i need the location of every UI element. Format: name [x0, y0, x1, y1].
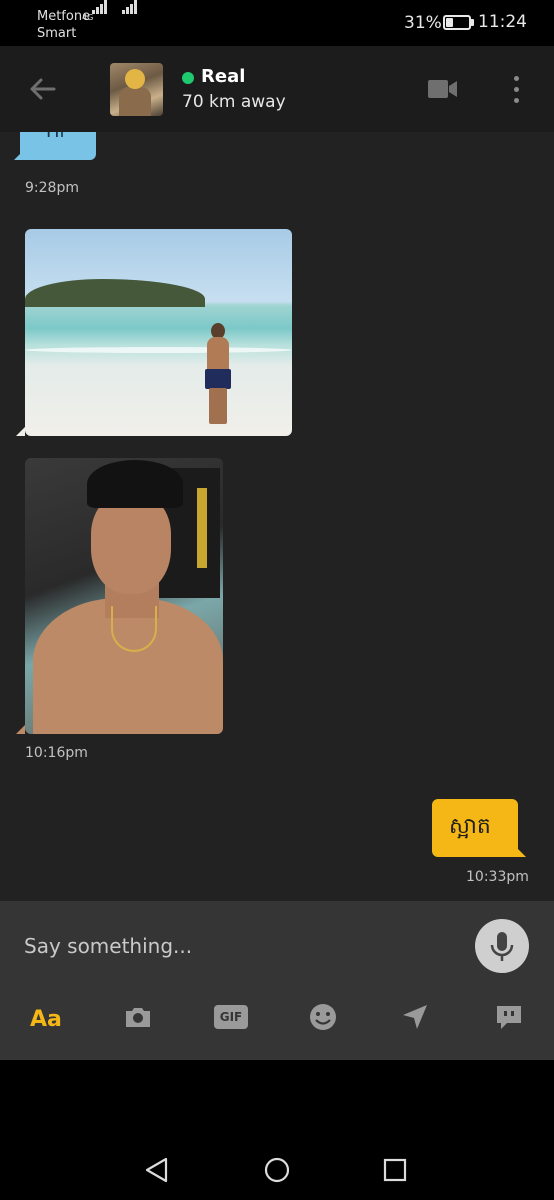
voice-message-button[interactable]	[475, 919, 529, 973]
home-circle-icon[interactable]	[262, 1155, 292, 1185]
back-button[interactable]	[26, 72, 60, 106]
person-cap	[87, 460, 183, 508]
message-composer: Aa GIF	[0, 901, 554, 1060]
status-bar: Metfone Smart 4G 31% 11:24	[0, 0, 554, 46]
person-body	[207, 337, 229, 371]
necklace	[111, 606, 157, 652]
emoji-button[interactable]	[308, 1001, 338, 1041]
camera-icon	[126, 1008, 150, 1027]
message-text: ស្អាត	[449, 814, 491, 839]
saved-phrases-icon	[497, 1006, 521, 1029]
message-timestamp: 9:28pm	[25, 180, 79, 196]
system-nav-bar	[0, 1060, 554, 1200]
back-triangle-icon[interactable]	[142, 1155, 172, 1185]
contact-avatar[interactable]	[110, 63, 163, 116]
contact-name[interactable]: Real	[201, 66, 245, 87]
beach-photo-message[interactable]	[25, 229, 292, 436]
gym-equipment-accent	[197, 488, 207, 568]
emoji-sticker-icon	[125, 69, 145, 89]
message-list[interactable]: Hi 9:28pm 10:16pm ស្អាត 10:33pm	[0, 132, 554, 901]
message-text: Hi	[46, 132, 65, 142]
carrier-2: Smart	[37, 26, 77, 41]
message-timestamp: 10:33pm	[466, 869, 529, 885]
online-status-icon	[182, 72, 194, 84]
message-input[interactable]	[24, 931, 444, 961]
more-dot	[514, 87, 519, 92]
photo-tail	[16, 427, 25, 436]
arrow-left-icon	[30, 78, 56, 100]
video-camera-icon	[428, 80, 457, 98]
emoji-icon	[310, 1004, 336, 1030]
clock: 11:24	[478, 12, 527, 32]
outgoing-message-bubble[interactable]: ស្អាត	[432, 799, 526, 857]
battery-percent: 31%	[404, 13, 442, 33]
saved-phrases-button[interactable]	[494, 1001, 524, 1041]
person-face	[91, 494, 171, 594]
wave-foam	[25, 347, 292, 353]
location-icon	[403, 1005, 427, 1029]
photo-tail	[16, 725, 25, 734]
location-button[interactable]	[400, 1001, 430, 1041]
person-legs	[209, 388, 227, 424]
text-style-button[interactable]: Aa	[30, 1007, 62, 1047]
incoming-message-bubble[interactable]: Hi	[14, 132, 96, 160]
contact-distance: 70 km away	[182, 92, 286, 112]
island-shape	[25, 279, 205, 307]
more-dot	[514, 76, 519, 81]
recents-square-icon[interactable]	[380, 1155, 410, 1185]
more-options-button[interactable]	[506, 72, 526, 106]
message-timestamp: 10:16pm	[25, 745, 88, 761]
battery-icon	[443, 15, 471, 30]
chat-header: Real 70 km away	[0, 46, 554, 132]
network-type: 4G	[82, 13, 94, 22]
gif-button[interactable]: GIF	[214, 1001, 248, 1041]
battery-tip	[471, 19, 474, 26]
video-call-button[interactable]	[426, 76, 460, 102]
more-dot	[514, 98, 519, 103]
gif-icon: GIF	[214, 1005, 248, 1029]
camera-button[interactable]	[122, 1001, 154, 1041]
selfie-photo-message[interactable]	[25, 458, 223, 734]
microphone-icon	[490, 932, 514, 961]
person-shorts	[205, 369, 231, 389]
